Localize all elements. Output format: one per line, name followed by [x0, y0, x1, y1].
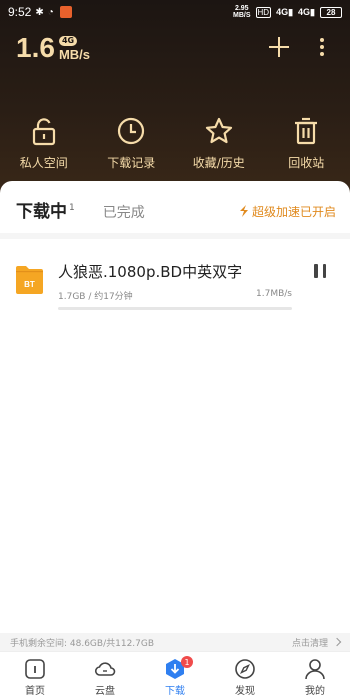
- speed-value: 1.6: [16, 32, 55, 63]
- quick-download-history[interactable]: 下载记录: [88, 116, 176, 171]
- quick-label: 回收站: [288, 156, 325, 170]
- tab-completed[interactable]: 已完成: [103, 202, 145, 222]
- quick-private-space[interactable]: 私人空间: [0, 116, 88, 171]
- speed-unit: MB/s: [58, 47, 90, 62]
- boost-icon: [239, 205, 248, 217]
- quick-label: 收藏/历史: [192, 156, 245, 170]
- nav-discover[interactable]: 发现: [210, 652, 280, 700]
- download-speed: 1.6 4G MB/s: [16, 32, 90, 63]
- status-time: 9:52: [8, 5, 32, 19]
- nav-download[interactable]: 1 下载: [140, 652, 210, 700]
- download-tabs: 下载中 1 已完成 超级加速已开启: [16, 197, 336, 222]
- nav-label: 发现: [235, 686, 255, 697]
- download-panel: 下载中 1 已完成 超级加速已开启 BT 人狼恶.1080p.BD中英双字 1.…: [0, 181, 350, 651]
- nav-label: 云盘: [95, 686, 115, 697]
- more-menu-button[interactable]: [318, 38, 326, 56]
- header: 9:52 ✱ ◔ 2.95 MB/S HD 4G▮ 4G▮ 28 1.6 4G …: [0, 0, 350, 200]
- task-size-eta: 1.7GB / 约17分钟: [58, 292, 133, 302]
- quick-actions: 私人空间 下载记录 收藏/历史 回收站: [0, 116, 350, 171]
- signal-icon: 4G▮: [276, 6, 294, 17]
- home-icon: [25, 659, 45, 679]
- storage-bar: 手机剩余空间: 48.6GB/共112.7GB 点击清理: [0, 633, 350, 651]
- bt-label: BT: [24, 280, 35, 289]
- task-rate: 1.7MB/s: [256, 289, 292, 299]
- clock-icon: [118, 117, 145, 145]
- divider: [0, 233, 350, 239]
- task-title: 人狼恶.1080p.BD中英双字: [58, 263, 243, 281]
- status-speed-value: 2.95: [234, 5, 249, 12]
- notification-icon: ◔: [47, 6, 54, 18]
- pause-button[interactable]: [314, 264, 326, 278]
- quick-label: 私人空间: [19, 156, 68, 170]
- boost-label: 超级加速已开启: [251, 204, 336, 219]
- quick-recycle-bin[interactable]: 回收站: [263, 116, 350, 171]
- nav-profile[interactable]: 我的: [280, 652, 350, 700]
- bottom-nav: 首页 云盘 1 下载 发现 我的: [0, 651, 350, 700]
- nav-home[interactable]: 首页: [0, 652, 70, 700]
- chevron-right-icon: [332, 637, 342, 647]
- lock-open-icon: [32, 118, 55, 146]
- star-icon: [205, 117, 232, 144]
- compass-icon: [235, 659, 255, 679]
- tab-downloading[interactable]: 下载中: [16, 197, 67, 222]
- app-notification-icon: [59, 6, 72, 18]
- nav-label: 首页: [25, 686, 45, 697]
- clean-button[interactable]: 点击清理: [291, 636, 342, 649]
- quick-favorites-history[interactable]: 收藏/历史: [175, 116, 263, 171]
- person-icon: [305, 659, 325, 680]
- hd-badge: HD: [255, 6, 272, 18]
- download-task-item[interactable]: BT 人狼恶.1080p.BD中英双字 1.7GB / 约17分钟 1.7MB/…: [0, 251, 350, 311]
- signal-label-1: 4G: [276, 6, 289, 17]
- nav-label: 下载: [165, 686, 185, 697]
- storage-text: 手机剩余空间: 48.6GB/共112.7GB: [10, 638, 155, 649]
- quick-label: 下载记录: [107, 156, 156, 170]
- network-badge: 4G: [58, 36, 78, 46]
- super-boost-toggle[interactable]: 超级加速已开启: [239, 203, 336, 220]
- add-task-button[interactable]: [268, 36, 290, 58]
- task-progress-bar: [58, 307, 292, 310]
- status-speed-unit: MB/S: [233, 12, 251, 19]
- status-net-speed: 2.95 MB/S: [233, 5, 251, 19]
- clean-label: 点击清理: [291, 638, 328, 649]
- trash-icon: [295, 117, 318, 145]
- signal-icon-2: 4G▮: [298, 6, 315, 17]
- download-count-badge: 1: [181, 656, 193, 668]
- tab-downloading-count: 1: [69, 203, 75, 213]
- cloud-icon: [94, 662, 116, 676]
- bluetooth-icon: ✱: [35, 6, 44, 18]
- signal-label-2: 4G: [298, 6, 311, 17]
- battery-icon: 28: [320, 6, 342, 18]
- status-bar: 9:52 ✱ ◔ 2.95 MB/S HD 4G▮ 4G▮ 28: [0, 0, 350, 24]
- bt-file-icon: BT: [16, 266, 43, 294]
- nav-cloud[interactable]: 云盘: [70, 652, 140, 700]
- nav-label: 我的: [305, 686, 325, 697]
